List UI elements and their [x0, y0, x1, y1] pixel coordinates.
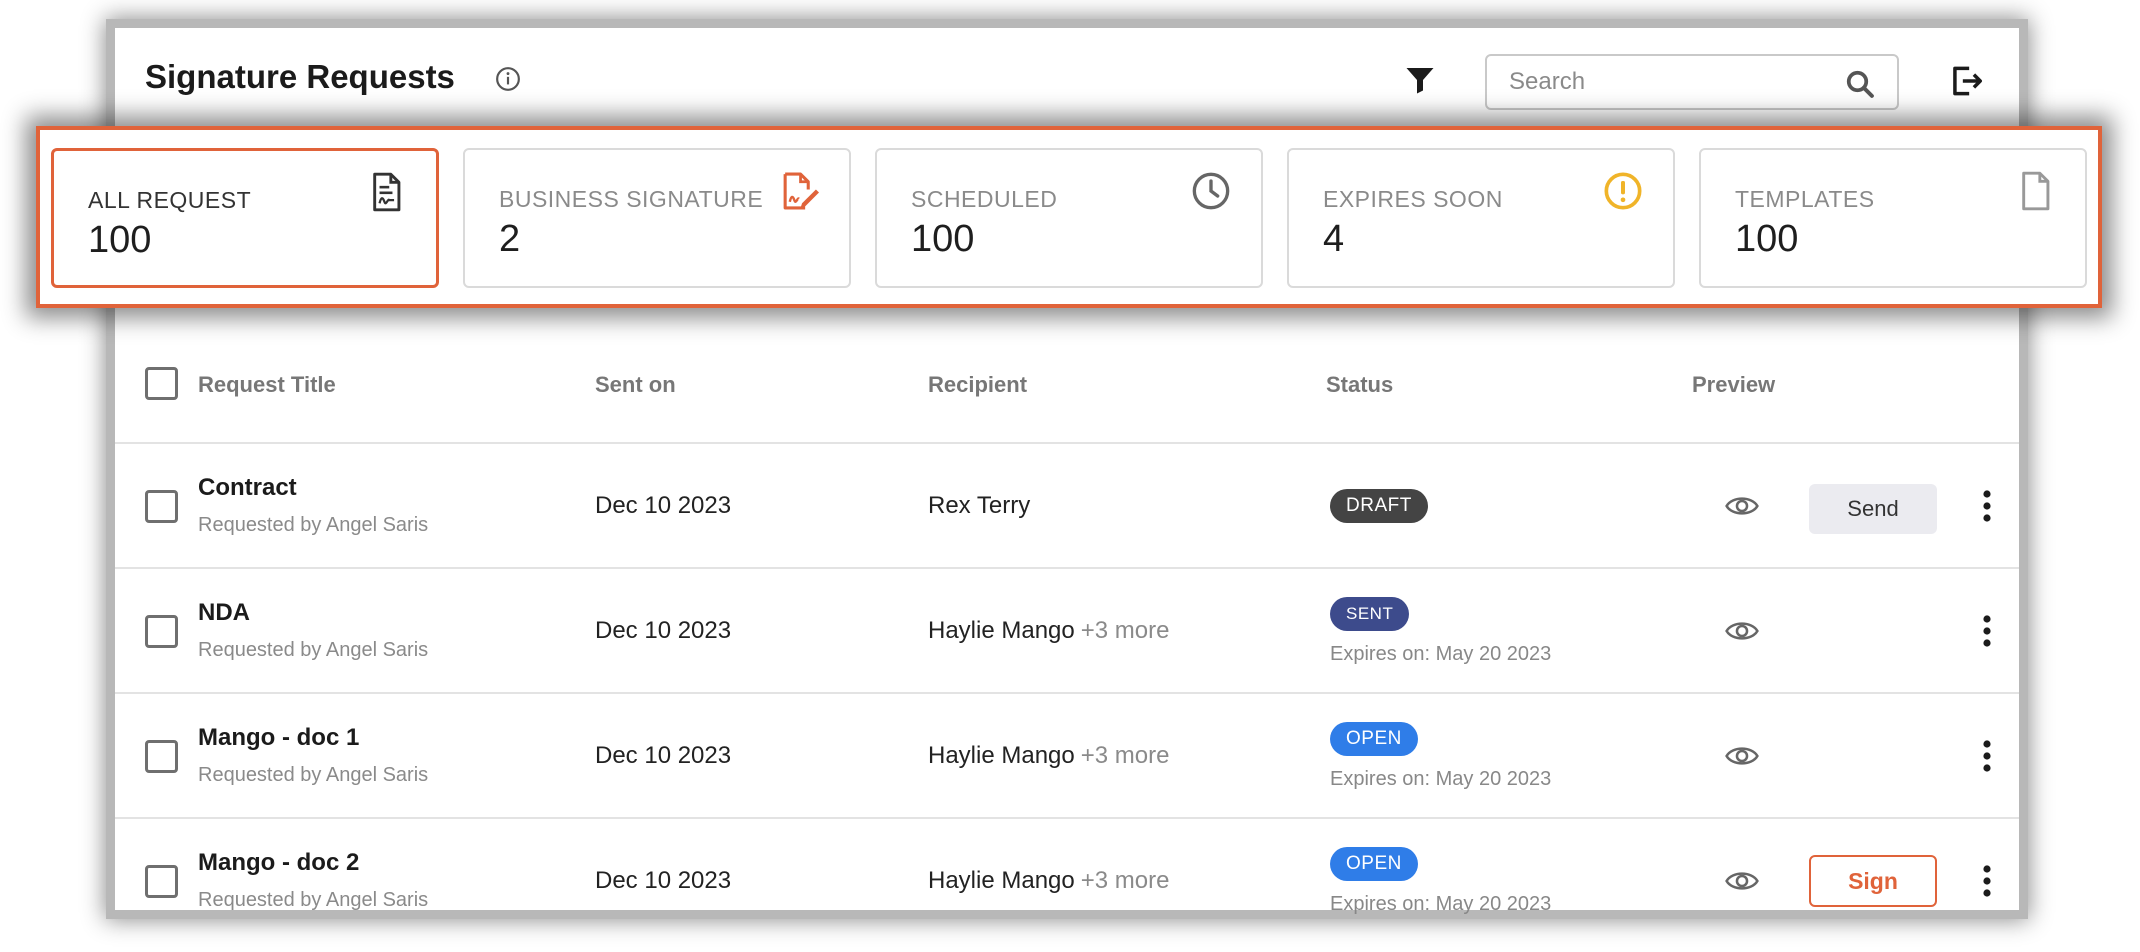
- warning-circle-icon: [1604, 172, 1642, 210]
- stat-card-business-signature[interactable]: BUSINESS SIGNATURE 2: [463, 148, 851, 288]
- stat-value: 4: [1323, 218, 1345, 260]
- column-header-sent-on[interactable]: Sent on: [595, 372, 676, 398]
- request-title[interactable]: NDA: [198, 599, 250, 627]
- requests-table: Request Title Sent on Recipient Status P…: [115, 308, 2019, 944]
- eye-icon[interactable]: [1725, 742, 1759, 770]
- stat-value: 100: [88, 219, 152, 261]
- select-all-checkbox[interactable]: [145, 367, 178, 400]
- stat-label: SCHEDULED: [911, 186, 1058, 212]
- stat-label: BUSINESS SIGNATURE: [499, 186, 764, 212]
- request-title[interactable]: Contract: [198, 474, 297, 502]
- stat-card-scheduled[interactable]: SCHEDULED 100: [875, 148, 1263, 288]
- document-signature-icon: [373, 172, 401, 212]
- requested-by: Requested by Angel Saris: [198, 514, 429, 536]
- more-recipients[interactable]: +3 more: [1081, 867, 1170, 894]
- stats-cards-highlight: ALL REQUEST 100 BUSINESS SIGNATURE 2 SCH…: [36, 126, 2102, 308]
- sent-on-date: Dec 10 2023: [595, 867, 732, 894]
- stat-label: EXPIRES SOON: [1323, 186, 1503, 212]
- stat-label: TEMPLATES: [1735, 186, 1875, 212]
- eye-icon[interactable]: [1725, 867, 1759, 895]
- request-title[interactable]: Mango - doc 2: [198, 849, 359, 877]
- table-row[interactable]: NDA Requested by Angel Saris Dec 10 2023…: [115, 569, 2019, 694]
- info-icon[interactable]: [495, 66, 521, 92]
- more-recipients[interactable]: +3 more: [1081, 617, 1170, 644]
- stat-value: 100: [911, 218, 975, 260]
- more-options-icon[interactable]: [1975, 738, 1999, 774]
- more-options-icon[interactable]: [1975, 613, 1999, 649]
- recipient: Rex Terry: [928, 492, 1030, 520]
- recipient: Haylie Mango +3 more: [928, 742, 1169, 770]
- status-badge: OPEN: [1330, 847, 1418, 881]
- table-row[interactable]: Mango - doc 1 Requested by Angel Saris D…: [115, 694, 2019, 819]
- recipient: Haylie Mango +3 more: [928, 867, 1169, 895]
- row-checkbox[interactable]: [145, 740, 178, 773]
- expiry-date: Expires on: May 20 2023: [1330, 893, 1552, 915]
- more-recipients[interactable]: +3 more: [1081, 742, 1170, 769]
- expiry-date: Expires on: May 20 2023: [1330, 768, 1552, 790]
- column-header-recipient[interactable]: Recipient: [928, 372, 1027, 398]
- sent-on-date: Dec 10 2023: [595, 492, 732, 519]
- row-checkbox[interactable]: [145, 615, 178, 648]
- stat-card-all-request[interactable]: ALL REQUEST 100: [51, 148, 439, 288]
- row-checkbox[interactable]: [145, 865, 178, 898]
- sent-on-date: Dec 10 2023: [595, 742, 732, 769]
- search-input[interactable]: [1509, 67, 1839, 97]
- status-badge: DRAFT: [1330, 489, 1428, 523]
- column-header-title[interactable]: Request Title: [198, 372, 336, 398]
- eye-icon[interactable]: [1725, 617, 1759, 645]
- requested-by: Requested by Angel Saris: [198, 764, 429, 786]
- expiry-date: Expires on: May 20 2023: [1330, 643, 1552, 665]
- clock-icon: [1192, 172, 1230, 210]
- more-options-icon[interactable]: [1975, 488, 1999, 524]
- eye-icon[interactable]: [1725, 492, 1759, 520]
- recipient-name: Haylie Mango: [928, 742, 1075, 769]
- sign-button[interactable]: Sign: [1809, 855, 1937, 907]
- sent-on-date: Dec 10 2023: [595, 617, 732, 644]
- status-badge: OPEN: [1330, 722, 1418, 756]
- export-icon[interactable]: [1947, 62, 1985, 100]
- table-row[interactable]: Contract Requested by Angel Saris Dec 10…: [115, 444, 2019, 569]
- search-icon[interactable]: [1845, 69, 1875, 99]
- recipient: Haylie Mango +3 more: [928, 617, 1169, 645]
- recipient-name: Haylie Mango: [928, 867, 1075, 894]
- signature-pen-icon: [783, 172, 819, 210]
- table-row[interactable]: Mango - doc 2 Requested by Angel Saris D…: [115, 819, 2019, 944]
- requested-by: Requested by Angel Saris: [198, 889, 429, 911]
- table-header: Request Title Sent on Recipient Status P…: [115, 308, 2019, 444]
- page-header: Signature Requests: [115, 28, 2019, 132]
- stat-value: 100: [1735, 218, 1799, 260]
- page-title: Signature Requests: [145, 58, 455, 95]
- filter-icon[interactable]: [1402, 62, 1438, 98]
- row-checkbox[interactable]: [145, 490, 178, 523]
- stat-card-expires-soon[interactable]: EXPIRES SOON 4: [1287, 148, 1675, 288]
- recipient-name: Haylie Mango: [928, 617, 1075, 644]
- search-box[interactable]: [1485, 54, 1899, 110]
- status-badge: SENT: [1330, 597, 1410, 631]
- request-title[interactable]: Mango - doc 1: [198, 724, 359, 752]
- column-header-preview: Preview: [1692, 372, 1776, 397]
- stat-value: 2: [499, 218, 521, 260]
- file-icon: [2022, 171, 2050, 211]
- more-options-icon[interactable]: [1975, 863, 1999, 899]
- recipient-name: Rex Terry: [928, 492, 1031, 519]
- stat-card-templates[interactable]: TEMPLATES 100: [1699, 148, 2087, 288]
- requested-by: Requested by Angel Saris: [198, 639, 429, 661]
- send-button[interactable]: Send: [1809, 484, 1937, 534]
- column-header-status[interactable]: Status: [1326, 372, 1393, 398]
- stat-label: ALL REQUEST: [88, 187, 252, 213]
